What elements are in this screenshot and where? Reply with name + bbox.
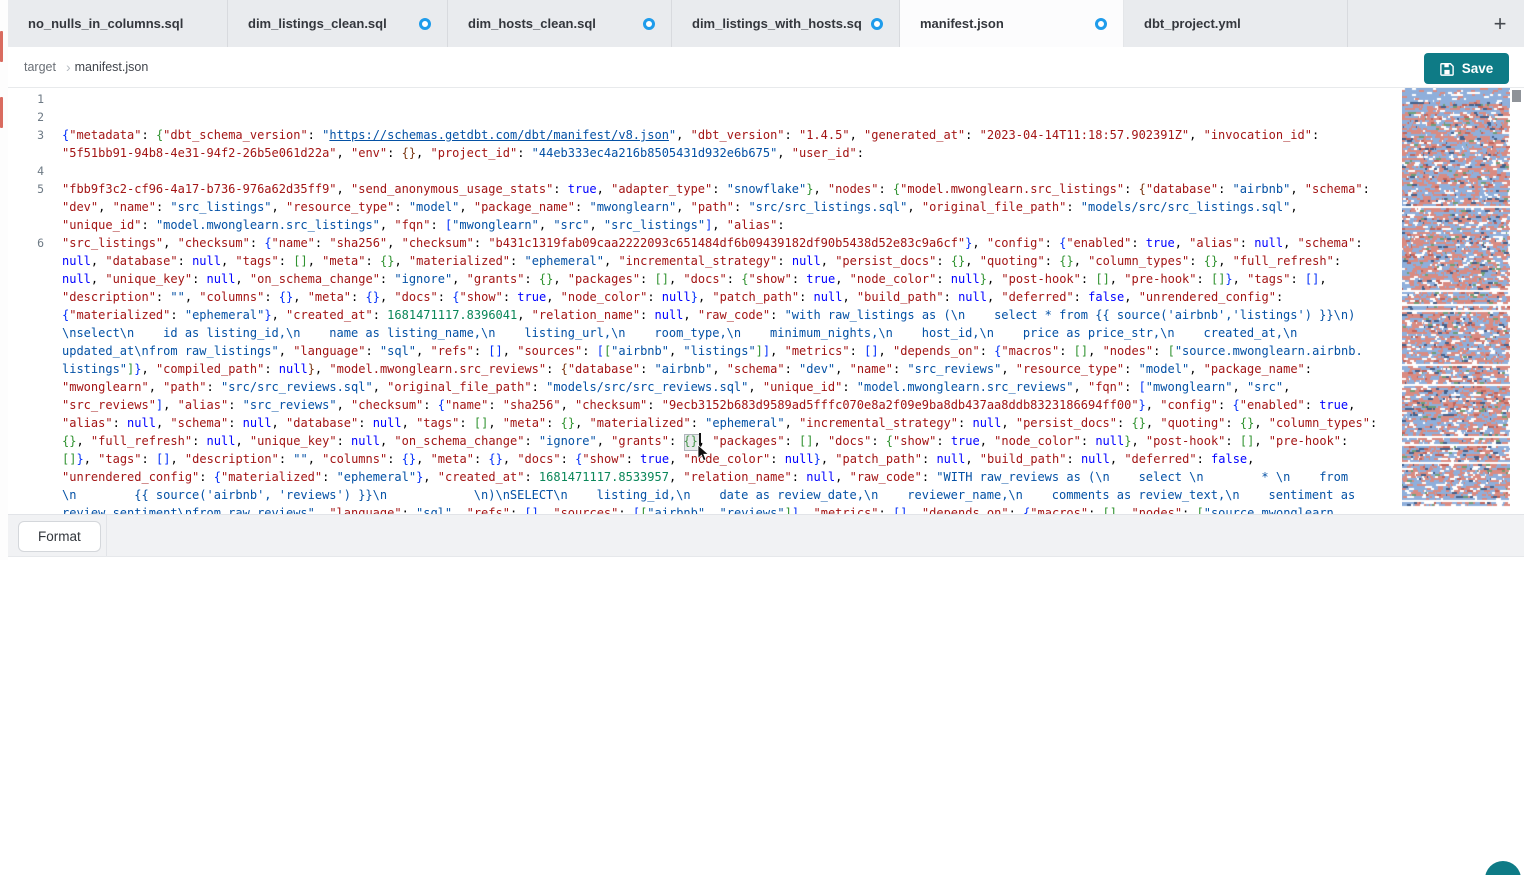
code-row[interactable]: "unique_id": "model.mwonglearn.src_listi… [0, 216, 1402, 234]
tab-dim_hosts_clean.sql[interactable]: dim_hosts_clean.sql [448, 0, 672, 47]
format-button[interactable]: Format [18, 521, 101, 552]
minimap[interactable] [1402, 88, 1510, 510]
code-row[interactable]: null, "database": null, "tags": [], "met… [0, 252, 1402, 270]
ide-window: no_nulls_in_columns.sql dim_listings_clea… [0, 0, 1524, 875]
code-row[interactable]: \nselect\n id as listing_id,\n name as l… [0, 324, 1402, 342]
save-icon [1440, 62, 1454, 76]
code-row[interactable]: 6"src_listings", "checksum": {"name": "s… [0, 234, 1402, 252]
breadcrumb-bar: target › manifest.json Save [8, 47, 1524, 88]
collapsed-panel-edge [0, 0, 8, 560]
new-tab-button[interactable]: + [1482, 0, 1518, 47]
code-row[interactable]: 5"fbb9f3c2-cf96-4a17-b736-976a62d35ff9",… [0, 180, 1402, 198]
code-row[interactable]: review_sentiment\nfrom raw_reviews", "la… [0, 504, 1402, 514]
code-row[interactable]: "unrendered_config": {"materialized": "e… [0, 468, 1402, 486]
panel-edge-marker [0, 31, 3, 62]
code-row[interactable]: 2 [0, 108, 1402, 126]
code-row[interactable]: "alias": null, "schema": null, "database… [0, 414, 1402, 432]
tab-label: dim_hosts_clean.sql [468, 16, 633, 31]
tab-label: dbt_project.yml [1144, 16, 1331, 31]
breadcrumb-folder[interactable]: target [24, 60, 56, 74]
tab-dim_listings_clean.sql[interactable]: dim_listings_clean.sql [228, 0, 448, 47]
code-row[interactable]: 1 [0, 90, 1402, 108]
save-button[interactable]: Save [1424, 53, 1509, 84]
format-button-label: Format [38, 529, 81, 544]
scrollbar-thumb[interactable] [1512, 90, 1521, 102]
tab-label: dim_listings_with_hosts.sql [692, 16, 861, 31]
breadcrumb-file: manifest.json [75, 60, 149, 74]
tab-dim_listings_with_hosts.sql[interactable]: dim_listings_with_hosts.sql [672, 0, 900, 47]
code-row[interactable]: {"materialized": "ephemeral"}, "created_… [0, 306, 1402, 324]
unsaved-dot-icon [643, 18, 655, 30]
editor-action-bar: Format [8, 514, 1524, 557]
code-row[interactable]: "5f51bb91-94b8-4e31-94f2-26b5e061d22a", … [0, 144, 1402, 162]
code-editor: 123{"metadata": {"dbt_schema_version": "… [0, 88, 1524, 514]
tab-label: no_nulls_in_columns.sql [28, 16, 211, 31]
mouse-pointer-icon [697, 444, 710, 462]
tab-dbt_project.yml[interactable]: dbt_project.yml [1124, 0, 1348, 47]
tab-bar: no_nulls_in_columns.sql dim_listings_clea… [8, 0, 1524, 47]
code-row[interactable]: "mwonglearn", "path": "src/src_reviews.s… [0, 378, 1402, 396]
plus-icon: + [1494, 13, 1507, 35]
code-row[interactable]: 4 [0, 162, 1402, 180]
code-row[interactable]: null, "unique_key": null, "on_schema_cha… [0, 270, 1402, 288]
code-row[interactable]: listings"]}, "compiled_path": null}, "mo… [0, 360, 1402, 378]
panel-edge-marker [0, 97, 3, 128]
chevron-right-icon: › [66, 59, 71, 75]
tab-label: dim_listings_clean.sql [248, 16, 409, 31]
unsaved-dot-icon [1095, 18, 1107, 30]
panel-divider [106, 515, 107, 556]
tab-manifest.json[interactable]: manifest.json [900, 0, 1124, 47]
code-row[interactable]: "src_reviews"], "alias": "src_reviews", … [0, 396, 1402, 414]
console-pane [0, 557, 1524, 875]
code-row[interactable]: 3{"metadata": {"dbt_schema_version": "ht… [0, 126, 1402, 144]
code-row[interactable]: "description": "", "columns": {}, "meta"… [0, 288, 1402, 306]
tab-label: manifest.json [920, 16, 1085, 31]
tab-no_nulls_in_columns.sql[interactable]: no_nulls_in_columns.sql [8, 0, 228, 47]
code-row[interactable]: \n {{ source('airbnb', 'reviews') }}\n \… [0, 486, 1402, 504]
unsaved-dot-icon [419, 18, 431, 30]
save-button-label: Save [1462, 61, 1494, 76]
code-row[interactable]: "dev", "name": "src_listings", "resource… [0, 198, 1402, 216]
unsaved-dot-icon [871, 18, 883, 30]
code-row[interactable]: updated_at\nfrom raw_listings", "languag… [0, 342, 1402, 360]
editor-scrollbar [1510, 88, 1524, 510]
